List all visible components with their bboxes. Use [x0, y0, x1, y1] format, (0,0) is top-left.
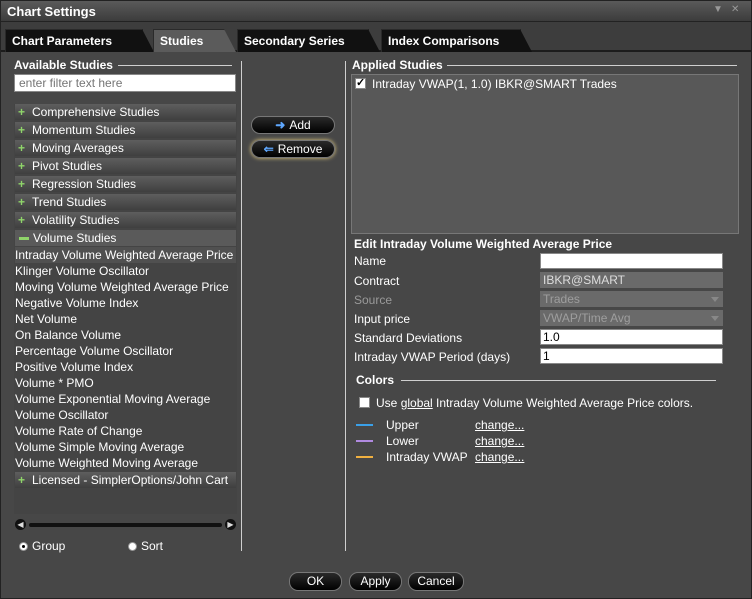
contract-field: IBKR@SMART	[540, 272, 723, 288]
color-swatch	[356, 456, 373, 458]
input-price-label: Input price	[354, 312, 411, 326]
dropdown-icon	[711, 316, 719, 321]
study-item[interactable]: Volume * PMO	[15, 375, 236, 391]
available-studies-heading: Available Studies	[14, 58, 113, 72]
tab-studies[interactable]: Studies	[153, 29, 236, 52]
applied-studies-heading: Applied Studies	[352, 58, 443, 72]
scroll-track[interactable]	[29, 523, 222, 527]
change-color-link[interactable]: change...	[475, 433, 524, 449]
cancel-button[interactable]: Cancel	[408, 572, 464, 591]
expand-icon: +	[18, 141, 26, 155]
study-item[interactable]: Volume Simple Moving Average	[15, 439, 236, 455]
expand-icon: +	[18, 177, 26, 191]
arrow-left-icon: ⇐	[263, 142, 274, 156]
period-label: Intraday VWAP Period (days)	[354, 350, 511, 364]
group-moving-averages[interactable]: + Moving Averages	[15, 140, 236, 156]
study-item[interactable]: Volume Oscillator	[15, 407, 236, 423]
group-regression-studies[interactable]: + Regression Studies	[15, 176, 236, 192]
chart-settings-window: Chart Settings ▼ ✕ Chart Parameters Stud…	[0, 0, 752, 599]
tab-index-comparisons[interactable]: Index Comparisons	[381, 29, 532, 52]
panel-divider	[241, 61, 242, 551]
std-dev-field[interactable]	[540, 329, 723, 345]
tab-secondary-series[interactable]: Secondary Series	[237, 29, 380, 52]
tab-label: Index Comparisons	[388, 34, 500, 48]
change-color-link[interactable]: change...	[475, 449, 524, 465]
radio-group[interactable]: Group	[19, 539, 65, 553]
colors-heading: Colors	[356, 373, 395, 387]
horizontal-scrollbar[interactable]: ◀ ▶	[15, 519, 236, 531]
tab-label: Chart Parameters	[12, 34, 113, 48]
dropdown-icon	[711, 297, 719, 302]
group-pivot-studies[interactable]: + Pivot Studies	[15, 158, 236, 174]
study-item[interactable]: Negative Volume Index	[15, 295, 236, 311]
group-licensed-simpleroptions[interactable]: + Licensed - SimplerOptions/John Cart	[15, 472, 236, 488]
study-item[interactable]: Moving Volume Weighted Average Price	[15, 279, 236, 295]
add-button[interactable]: ➜ Add	[251, 116, 335, 134]
study-item[interactable]: Volume Rate of Change	[15, 423, 236, 439]
radio-dot[interactable]	[128, 542, 137, 551]
change-color-link[interactable]: change...	[475, 417, 524, 433]
applied-study-item[interactable]: Intraday VWAP(1, 1.0) IBKR@SMART Trades	[355, 76, 617, 91]
ok-button[interactable]: OK	[289, 572, 342, 591]
group-volume-studies[interactable]: Volume Studies	[15, 230, 236, 246]
arrow-right-icon: ➜	[275, 118, 286, 132]
study-item[interactable]: Intraday Volume Weighted Average Price	[15, 247, 236, 263]
global-link[interactable]: global	[401, 396, 433, 410]
divider	[401, 380, 716, 381]
minimize-icon[interactable]: ▼	[713, 4, 723, 15]
tab-label: Secondary Series	[244, 34, 345, 48]
divider	[118, 65, 232, 66]
filter-input[interactable]	[14, 74, 236, 92]
group-volatility-studies[interactable]: + Volatility Studies	[15, 212, 236, 228]
source-select: Trades	[540, 291, 723, 307]
source-label: Source	[354, 293, 393, 307]
name-label: Name	[354, 254, 387, 268]
study-item[interactable]: Net Volume	[15, 311, 236, 327]
use-global-checkbox[interactable]	[359, 397, 370, 408]
color-swatch	[356, 440, 373, 442]
radio-dot[interactable]	[19, 542, 28, 551]
scroll-right-icon[interactable]: ▶	[225, 519, 236, 530]
expand-icon: +	[18, 159, 26, 173]
tab-bar: Chart Parameters Studies Secondary Serie…	[1, 22, 751, 52]
apply-button[interactable]: Apply	[349, 572, 402, 591]
study-item[interactable]: Volume Exponential Moving Average	[15, 391, 236, 407]
std-dev-label: Standard Deviations	[354, 331, 463, 345]
input-price-select[interactable]: VWAP/Time Avg	[540, 310, 723, 326]
study-item[interactable]: Klinger Volume Oscillator	[15, 263, 236, 279]
divider	[447, 65, 737, 66]
study-item[interactable]: Positive Volume Index	[15, 359, 236, 375]
tab-chart-parameters[interactable]: Chart Parameters	[5, 29, 154, 52]
expand-icon: +	[18, 473, 26, 487]
scroll-left-icon[interactable]: ◀	[15, 519, 26, 530]
study-item[interactable]: On Balance Volume	[15, 327, 236, 343]
window-title: Chart Settings	[7, 4, 96, 19]
edit-section-title: Edit Intraday Volume Weighted Average Pr…	[354, 237, 613, 251]
panel-divider	[345, 61, 346, 551]
remove-button[interactable]: ⇐ Remove	[251, 140, 335, 158]
period-field[interactable]	[540, 348, 723, 364]
group-comprehensive-studies[interactable]: + Comprehensive Studies	[15, 104, 236, 120]
expand-icon: +	[18, 213, 26, 227]
name-field[interactable]	[540, 253, 723, 269]
expand-icon: +	[18, 105, 26, 119]
applied-studies-list: Intraday VWAP(1, 1.0) IBKR@SMART Trades	[351, 74, 739, 234]
color-swatch	[356, 424, 373, 426]
expand-icon: +	[18, 195, 26, 209]
collapse-icon	[19, 237, 29, 241]
study-item[interactable]: Volume Weighted Moving Average	[15, 455, 236, 471]
radio-sort[interactable]: Sort	[128, 539, 163, 553]
contract-label: Contract	[354, 274, 400, 288]
title-bar[interactable]: Chart Settings ▼ ✕	[1, 1, 751, 22]
group-momentum-studies[interactable]: + Momentum Studies	[15, 122, 236, 138]
tab-label: Studies	[160, 34, 204, 48]
use-global-colors-row[interactable]: Use global Intraday Volume Weighted Aver…	[359, 396, 693, 410]
study-item[interactable]: Percentage Volume Oscillator	[15, 343, 236, 359]
close-icon[interactable]: ✕	[731, 4, 739, 15]
study-checkbox[interactable]	[355, 76, 366, 89]
group-trend-studies[interactable]: + Trend Studies	[15, 194, 236, 210]
expand-icon: +	[18, 123, 26, 137]
